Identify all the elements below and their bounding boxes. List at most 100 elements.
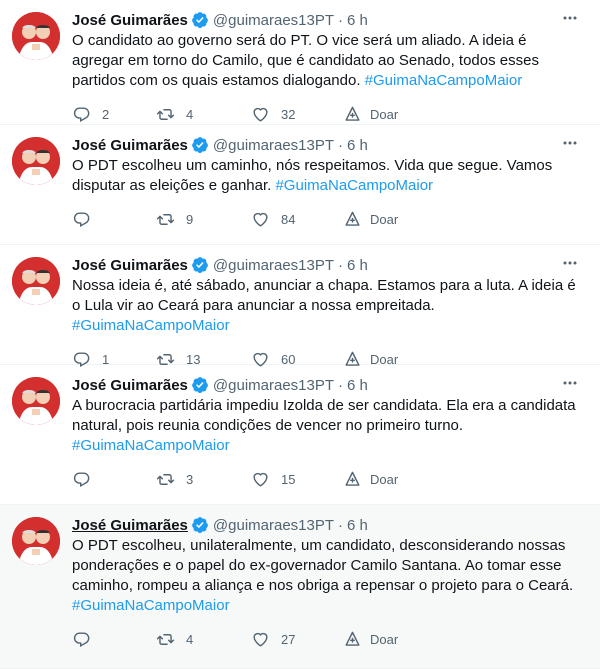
tweet-header: José Guimarães @guimaraes13PT · 6 h	[72, 375, 584, 395]
tweet-actions: 3 15 Doar	[72, 460, 584, 498]
verified-badge-icon	[192, 137, 208, 153]
tweet[interactable]: José Guimarães @guimaraes13PT · 6 h O ca…	[0, 0, 600, 125]
like-button[interactable]: 27	[251, 630, 343, 649]
hashtag-link[interactable]: #GuimaNaCampoMaior	[72, 597, 230, 614]
retweet-button[interactable]: 4	[156, 630, 251, 649]
share-button[interactable]: Doar	[343, 105, 398, 124]
author-name[interactable]: José Guimarães	[72, 12, 188, 29]
tweet-actions: 9 84 Doar	[72, 200, 584, 238]
reply-button[interactable]	[72, 210, 156, 229]
author-name[interactable]: José Guimarães	[72, 517, 188, 534]
tweet[interactable]: José Guimarães @guimaraes13PT · 6 h O PD…	[0, 505, 600, 669]
share-label: Doar	[370, 631, 399, 647]
avatar[interactable]	[12, 137, 60, 185]
tweet-feed: José Guimarães @guimaraes13PT · 6 h O ca…	[0, 0, 600, 669]
tweet-body: O PDT escolheu, unilateralmente, um cand…	[72, 537, 574, 594]
share-button[interactable]: Doar	[343, 630, 398, 649]
tweet-header: José Guimarães @guimaraes13PT · 6 h	[72, 515, 584, 535]
tweet-time[interactable]: 6 h	[347, 257, 368, 274]
heart-icon	[253, 632, 268, 647]
tweet-time[interactable]: 6 h	[347, 377, 368, 394]
more-options-icon[interactable]	[560, 135, 580, 151]
reply-icon	[73, 471, 90, 487]
retweet-count: 4	[186, 631, 194, 647]
tweet-header: José Guimarães @guimaraes13PT · 6 h	[72, 10, 584, 30]
reply-icon	[73, 211, 90, 227]
reply-button[interactable]	[72, 630, 156, 649]
retweet-button[interactable]: 9	[156, 210, 251, 229]
author-handle[interactable]: @guimaraes13PT	[213, 12, 334, 29]
reply-button[interactable]	[72, 470, 156, 489]
tweet[interactable]: José Guimarães @guimaraes13PT · 6 h O PD…	[0, 125, 600, 245]
like-count: 32	[281, 106, 296, 122]
author-handle[interactable]: @guimaraes13PT	[213, 517, 334, 534]
author-handle[interactable]: @guimaraes13PT	[213, 137, 334, 154]
separator-dot: ·	[338, 11, 344, 29]
verified-badge-icon	[192, 517, 208, 533]
share-icon	[345, 471, 360, 486]
reply-icon	[73, 631, 90, 647]
hashtag-link[interactable]: #GuimaNaCampoMaior	[365, 72, 523, 89]
reply-button[interactable]: 2	[72, 105, 156, 124]
separator-dot: ·	[338, 376, 344, 394]
tweet-actions: 4 27 Doar	[72, 620, 584, 658]
share-icon	[345, 211, 360, 226]
tweet-time[interactable]: 6 h	[347, 12, 368, 29]
retweet-icon	[156, 213, 175, 225]
verified-badge-icon	[192, 12, 208, 28]
retweet-icon	[156, 633, 175, 645]
author-handle[interactable]: @guimaraes13PT	[213, 257, 334, 274]
reply-icon	[73, 106, 90, 122]
like-count: 84	[281, 211, 296, 227]
heart-icon	[253, 472, 268, 487]
verified-badge-icon	[192, 257, 208, 273]
retweet-button[interactable]: 4	[156, 105, 251, 124]
like-count: 27	[281, 631, 296, 647]
avatar[interactable]	[12, 377, 60, 425]
like-button[interactable]: 15	[251, 470, 343, 489]
tweet-text: O PDT escolheu, unilateralmente, um cand…	[72, 536, 582, 616]
retweet-count: 4	[186, 106, 194, 122]
share-label: Doar	[370, 106, 399, 122]
retweet-count: 9	[186, 211, 194, 227]
tweet-body: Nossa ideia é, até sábado, anunciar a ch…	[72, 277, 576, 314]
share-button[interactable]: Doar	[343, 210, 398, 229]
more-options-icon[interactable]	[560, 375, 580, 391]
hashtag-link[interactable]: #GuimaNaCampoMaior	[72, 437, 230, 454]
author-name[interactable]: José Guimarães	[72, 257, 188, 274]
avatar[interactable]	[12, 517, 60, 565]
avatar[interactable]	[12, 257, 60, 305]
retweet-icon	[156, 108, 175, 120]
tweet[interactable]: José Guimarães @guimaraes13PT · 6 h A bu…	[0, 365, 600, 505]
author-handle[interactable]: @guimaraes13PT	[213, 377, 334, 394]
heart-icon	[253, 212, 268, 227]
more-options-icon[interactable]	[560, 10, 580, 26]
tweet-text: A burocracia partidária impediu Izolda d…	[72, 396, 582, 456]
tweet-text: O candidato ao governo será do PT. O vic…	[72, 31, 582, 91]
avatar[interactable]	[12, 12, 60, 60]
retweet-count: 3	[186, 471, 194, 487]
like-button[interactable]: 84	[251, 210, 343, 229]
separator-dot: ·	[338, 516, 344, 534]
retweet-icon	[156, 473, 175, 485]
hashtag-link[interactable]: #GuimaNaCampoMaior	[275, 177, 433, 194]
share-icon	[345, 106, 360, 121]
tweet-body: A burocracia partidária impediu Izolda d…	[72, 397, 576, 434]
tweet-text: Nossa ideia é, até sábado, anunciar a ch…	[72, 276, 582, 336]
like-button[interactable]: 32	[251, 105, 343, 124]
share-icon	[345, 631, 360, 646]
tweet[interactable]: José Guimarães @guimaraes13PT · 6 h Noss…	[0, 245, 600, 367]
share-label: Doar	[370, 211, 399, 227]
author-name[interactable]: José Guimarães	[72, 377, 188, 394]
separator-dot: ·	[338, 256, 344, 274]
hashtag-link[interactable]: #GuimaNaCampoMaior	[72, 317, 230, 334]
tweet-time[interactable]: 6 h	[347, 137, 368, 154]
more-options-icon[interactable]	[560, 255, 580, 271]
author-name[interactable]: José Guimarães	[72, 137, 188, 154]
retweet-button[interactable]: 3	[156, 470, 251, 489]
tweet-text: O PDT escolheu um caminho, nós respeitam…	[72, 156, 582, 196]
heart-icon	[253, 107, 268, 122]
reply-count: 2	[102, 106, 110, 122]
tweet-time[interactable]: 6 h	[347, 517, 368, 534]
share-button[interactable]: Doar	[343, 470, 398, 489]
